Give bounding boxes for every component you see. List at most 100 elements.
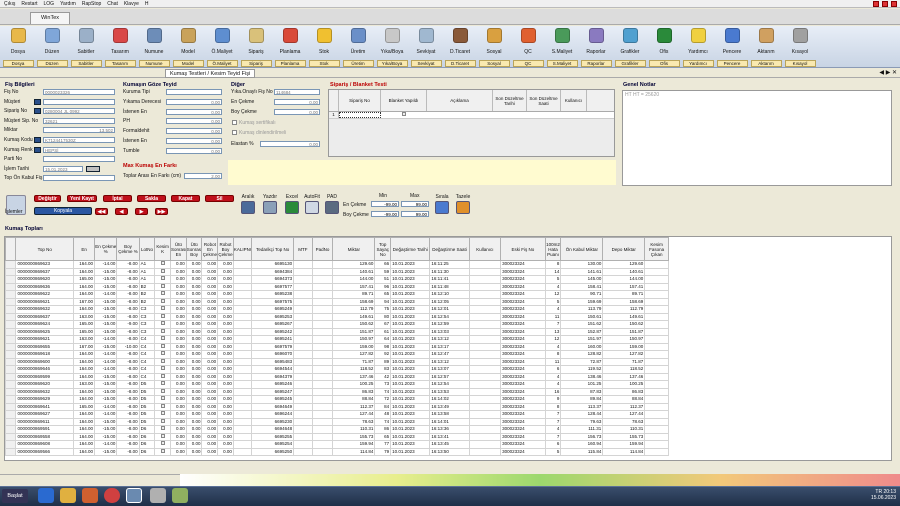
grid-cell[interactable]: 0.00 bbox=[185, 305, 203, 314]
grid-cell[interactable]: 79 bbox=[374, 447, 392, 456]
grid-cell[interactable]: 152.87 bbox=[560, 327, 604, 336]
grid-cell[interactable]: 159.00 bbox=[332, 342, 376, 351]
grid-cell[interactable]: 0.00 bbox=[185, 395, 203, 404]
grid-cell[interactable]: 78.63 bbox=[602, 417, 646, 426]
grid-cell[interactable]: 300023324 bbox=[500, 267, 546, 276]
grid-cell[interactable]: 0.00 bbox=[201, 447, 219, 456]
grid-col-header[interactable]: PadNo bbox=[311, 237, 334, 261]
grid-cell[interactable] bbox=[154, 342, 172, 351]
grid-cell[interactable]: 127.82 bbox=[332, 350, 376, 359]
grid-cell[interactable]: 10.01.2023 bbox=[390, 372, 431, 381]
fis-field[interactable]: 0000023326 bbox=[43, 89, 115, 95]
grid-cell[interactable]: 16:13:41 bbox=[429, 432, 470, 441]
grid-cell[interactable]: 89 bbox=[374, 357, 392, 366]
grid-cell[interactable] bbox=[154, 402, 172, 411]
grid-cell[interactable] bbox=[311, 327, 334, 336]
grid-cell[interactable]: 159.94 bbox=[332, 440, 376, 449]
grid-cell[interactable]: 0000000869655 bbox=[15, 342, 75, 351]
grid-cell[interactable]: 94 bbox=[374, 297, 392, 306]
grid-cell[interactable]: 6697575 bbox=[251, 297, 295, 306]
grid-cell[interactable]: 6695245 bbox=[251, 395, 295, 404]
grid-cell[interactable] bbox=[5, 432, 17, 441]
grid-cell[interactable]: 16:13:50 bbox=[429, 447, 470, 456]
degistir-button[interactable]: Değiştir bbox=[34, 195, 61, 202]
grid-cell[interactable]: 6695247 bbox=[251, 387, 295, 396]
grid-cell[interactable]: 150.62 bbox=[602, 320, 646, 329]
teyid-field[interactable]: 0.00 bbox=[166, 108, 222, 115]
grid-cell[interactable]: 10.01.2023 bbox=[390, 335, 431, 344]
grid-cell[interactable] bbox=[5, 312, 17, 321]
grid-cell[interactable]: 16:13:36 bbox=[429, 425, 470, 434]
grid-cell[interactable]: 0.00 bbox=[185, 275, 203, 284]
grid-cell[interactable]: 92 bbox=[374, 350, 392, 359]
grid-cell[interactable]: 164.00 bbox=[73, 260, 96, 269]
grid-cell[interactable] bbox=[644, 395, 669, 404]
grid-col-header[interactable]: Robot Boy Çekme bbox=[217, 237, 234, 261]
grid-cell[interactable]: 0.00 bbox=[217, 357, 234, 366]
grid-cell[interactable]: -8.00 bbox=[116, 410, 140, 419]
grid-cell[interactable] bbox=[468, 372, 502, 381]
grid-cell[interactable]: 127.82 bbox=[602, 350, 646, 359]
table-row[interactable]: 0000000869637 164.00 -15.00 -8.00 A1 0.00 0.00… bbox=[5, 267, 669, 276]
kesim-checkbox[interactable] bbox=[160, 358, 165, 363]
grid-cell[interactable]: 0.00 bbox=[170, 267, 187, 276]
checkbox[interactable] bbox=[232, 130, 237, 135]
restore-icon[interactable] bbox=[882, 1, 888, 7]
kesim-checkbox[interactable] bbox=[160, 403, 165, 408]
kesim-checkbox[interactable] bbox=[160, 328, 165, 333]
table-row[interactable]: 0000000869641 165.00 -14.00 -8.00 D5 0.00 0.00… bbox=[5, 402, 669, 411]
grid-cell[interactable] bbox=[311, 350, 334, 359]
grid-cell[interactable]: 300023324 bbox=[500, 282, 546, 291]
grid-cell[interactable] bbox=[232, 320, 253, 329]
kesim-checkbox[interactable] bbox=[160, 418, 165, 423]
grid-cell[interactable]: 12 bbox=[544, 335, 562, 344]
grid-cell[interactable]: 0.00 bbox=[217, 267, 234, 276]
grid-cell[interactable]: 0.00 bbox=[170, 432, 187, 441]
grid-cell[interactable]: 110.31 bbox=[332, 425, 376, 434]
grid-cell[interactable]: 6694384 bbox=[251, 267, 295, 276]
grid-cell[interactable] bbox=[311, 365, 334, 374]
grid-cell[interactable] bbox=[311, 342, 334, 351]
grid-col-header[interactable]: KALIPNO bbox=[232, 237, 253, 261]
grid-cell[interactable]: 77 bbox=[374, 440, 392, 449]
grid-cell[interactable]: 7 bbox=[544, 432, 562, 441]
tazele-button[interactable]: Tazele bbox=[453, 194, 473, 218]
grid-cell[interactable] bbox=[293, 440, 313, 449]
grid-cell[interactable] bbox=[293, 260, 313, 269]
toolbar-13[interactable]: D.Ticaret D.Ticaret bbox=[444, 26, 476, 67]
grid-cell[interactable]: 10.01.2023 bbox=[390, 365, 431, 374]
grid-cell[interactable] bbox=[232, 327, 253, 336]
diger-field[interactable]: 114684 bbox=[274, 89, 320, 95]
grid-cell[interactable]: B2 bbox=[138, 297, 156, 306]
grid-cell[interactable] bbox=[293, 380, 313, 389]
last-record-button[interactable]: ▶▶ bbox=[155, 208, 168, 215]
grid-cell[interactable] bbox=[5, 410, 17, 419]
grid-cell[interactable]: 127.44 bbox=[332, 410, 376, 419]
grid-cell[interactable] bbox=[154, 380, 172, 389]
grid-cell[interactable]: 0.00 bbox=[201, 350, 219, 359]
grid-cell[interactable]: 0.00 bbox=[170, 417, 187, 426]
grid-cell[interactable] bbox=[644, 305, 669, 314]
grid-cell[interactable]: 89.71 bbox=[332, 290, 376, 299]
grid-cell[interactable]: 0.00 bbox=[217, 395, 234, 404]
grid-cell[interactable]: 300023324 bbox=[500, 395, 546, 404]
grid-cell[interactable]: 0000000869620 bbox=[15, 380, 75, 389]
toolbar-dropdown[interactable]: Ö.Maliyet bbox=[206, 60, 238, 67]
grid-cell[interactable]: 164.00 bbox=[73, 410, 96, 419]
menu-item-7[interactable]: H bbox=[145, 1, 149, 7]
table-row[interactable]: 0000000869620 163.00 -15.00 -8.00 D5 0.00 0.00… bbox=[5, 380, 669, 389]
fis-field[interactable]: K7124417530Z bbox=[43, 137, 115, 143]
grid-cell[interactable]: -8.00 bbox=[116, 327, 140, 336]
grid-cell[interactable] bbox=[154, 440, 172, 449]
grid-cell[interactable]: 0.00 bbox=[170, 402, 187, 411]
grid-cell[interactable]: 164.00 bbox=[73, 305, 96, 314]
grid-cell[interactable]: 115.84 bbox=[560, 447, 604, 456]
grid-cell[interactable]: 0.00 bbox=[217, 425, 234, 434]
grid-cell[interactable]: C3 bbox=[138, 312, 156, 321]
grid-cell[interactable]: 0.00 bbox=[170, 297, 187, 306]
grid-cell[interactable] bbox=[232, 297, 253, 306]
grid-cell[interactable]: C4 bbox=[138, 357, 156, 366]
grid-cell[interactable]: -15.00 bbox=[94, 312, 118, 321]
grid-cell[interactable]: 159.00 bbox=[602, 342, 646, 351]
grid-cell[interactable] bbox=[468, 275, 502, 284]
